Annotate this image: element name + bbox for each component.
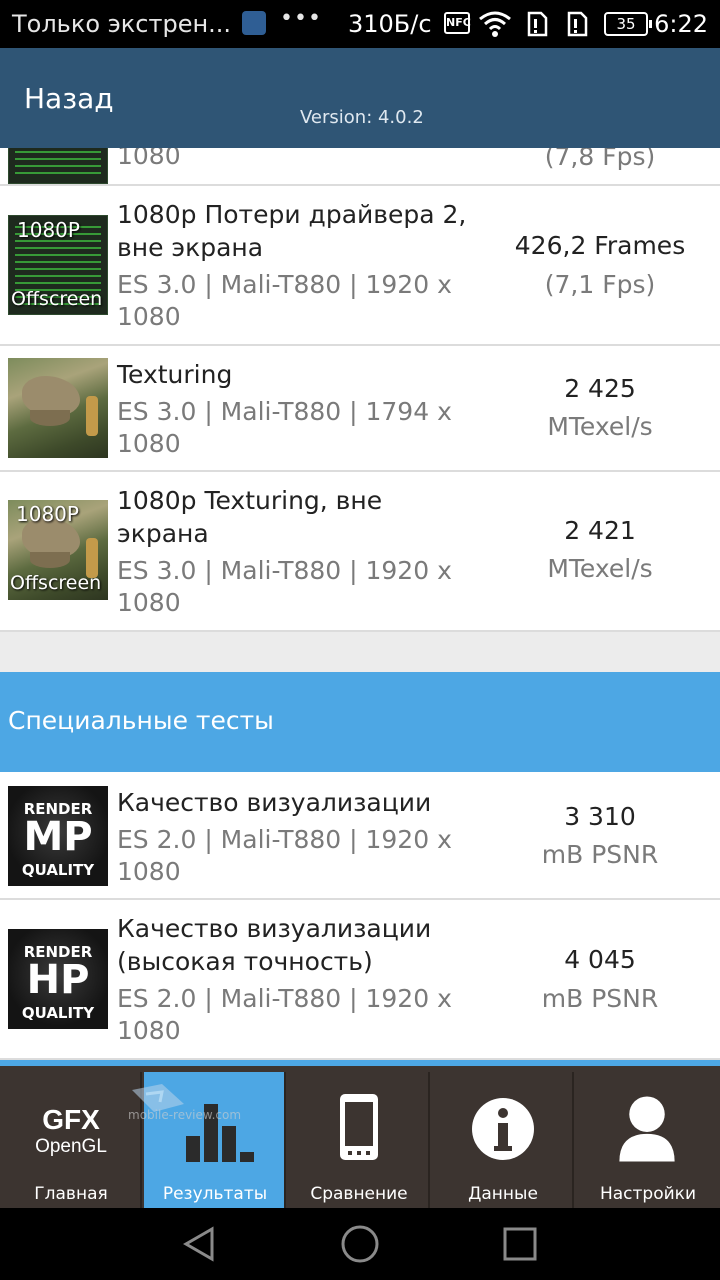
result-title: 1080p Потери драйвера 2, вне экрана bbox=[117, 200, 467, 262]
tab-label: Данные bbox=[468, 1184, 538, 1204]
version-label: Version: 4.0.2 bbox=[300, 107, 424, 128]
result-title: Качество визуализации (высокая точность) bbox=[117, 914, 432, 976]
clock: 6:22 bbox=[654, 10, 708, 38]
phone-icon bbox=[340, 1094, 378, 1160]
result-subtitle: ES 2.0 | Mali-T880 | 1920 x 1080 bbox=[117, 825, 452, 886]
watermark-text: mobile-review.com bbox=[128, 1108, 242, 1122]
info-icon bbox=[472, 1098, 534, 1160]
result-value: 4 045 bbox=[564, 945, 636, 974]
result-subtitle: ES 3.0 | Mali-T880 | 1920 x 1080 bbox=[117, 270, 452, 331]
result-value: 2 425 bbox=[564, 374, 636, 403]
notification-text: Только экстрен... bbox=[12, 10, 232, 38]
user-icon bbox=[619, 1096, 675, 1162]
more-notifications-icon: ••• bbox=[280, 6, 322, 31]
logo-text-gfx: GFX bbox=[42, 1104, 100, 1135]
result-unit: (7,1 Fps) bbox=[544, 270, 656, 299]
result-unit: mB PSNR bbox=[541, 984, 659, 1013]
tab-label: Настройки bbox=[599, 1184, 696, 1204]
network-speed: 310Б/с bbox=[348, 10, 432, 38]
system-nav-bar bbox=[0, 1208, 720, 1280]
benchmark-thumbnail: RENDER HP QUALITY bbox=[8, 929, 108, 1029]
result-title: Texturing bbox=[117, 360, 233, 389]
back-button[interactable]: Назад bbox=[24, 82, 114, 115]
app-header: Назад Version: 4.0.2 bbox=[0, 48, 720, 148]
gfx-opengl-logo-icon: GFX OpenGL bbox=[0, 1094, 142, 1164]
tab-label: Результаты bbox=[162, 1184, 268, 1204]
section-gap bbox=[0, 632, 720, 672]
section-title: Специальные тесты bbox=[8, 706, 274, 735]
app-notification-icon bbox=[242, 11, 266, 35]
recents-nav-icon[interactable] bbox=[502, 1226, 538, 1262]
result-unit: mB PSNR bbox=[541, 840, 659, 869]
wifi-icon bbox=[479, 11, 511, 37]
result-subtitle: 1080 bbox=[117, 148, 181, 170]
section-header-special-tests: Специальные тесты bbox=[0, 672, 720, 772]
tab-label: Сравнение bbox=[310, 1184, 408, 1204]
benchmark-thumbnail: 1080P Offscreen bbox=[8, 215, 108, 315]
result-row-partial[interactable]: 1080 (7,8 Fps) bbox=[0, 148, 720, 186]
nfc-icon: NFC bbox=[444, 12, 471, 34]
result-value: 426,2 Frames bbox=[514, 231, 686, 260]
logo-text-opengl: OpenGL bbox=[35, 1136, 107, 1157]
tab-compare[interactable]: Сравнение bbox=[288, 1072, 430, 1214]
thumb-offscreen-tag: Offscreen bbox=[10, 572, 102, 594]
result-row-render-quality[interactable]: RENDER MP QUALITY Качество визуализации … bbox=[0, 772, 720, 900]
result-subtitle: ES 3.0 | Mali-T880 | 1794 x 1080 bbox=[117, 397, 452, 458]
tab-home[interactable]: GFX OpenGL Главная bbox=[0, 1072, 142, 1214]
thumb-label-bottom: QUALITY bbox=[21, 1004, 95, 1022]
tab-settings[interactable]: Настройки bbox=[576, 1072, 720, 1214]
result-value: 3 310 bbox=[564, 802, 636, 831]
benchmark-thumbnail bbox=[8, 358, 108, 458]
results-list[interactable]: 1080 (7,8 Fps) 1080P Offscreen 1080p Пот… bbox=[0, 148, 720, 1060]
back-nav-icon[interactable] bbox=[180, 1226, 220, 1262]
result-unit: MTexel/s bbox=[547, 412, 653, 441]
benchmark-thumbnail bbox=[8, 148, 108, 184]
thumb-label-mid: MP bbox=[23, 814, 93, 860]
sim1-signal-icon bbox=[527, 11, 548, 37]
tab-label: Главная bbox=[34, 1184, 108, 1204]
home-nav-icon[interactable] bbox=[340, 1224, 380, 1264]
battery-icon: 35 bbox=[604, 12, 652, 36]
thumb-label-bottom: QUALITY bbox=[21, 861, 95, 879]
result-row-texturing[interactable]: Texturing ES 3.0 | Mali-T880 | 1794 x 10… bbox=[0, 346, 720, 472]
tab-info[interactable]: Данные bbox=[432, 1072, 574, 1214]
benchmark-thumbnail: 1080P Offscreen bbox=[8, 500, 108, 600]
result-subtitle: ES 3.0 | Mali-T880 | 1920 x 1080 bbox=[117, 556, 452, 617]
result-title: 1080p Texturing, вне экрана bbox=[117, 486, 383, 548]
benchmark-thumbnail: RENDER MP QUALITY bbox=[8, 786, 108, 886]
result-unit: MTexel/s bbox=[547, 554, 653, 583]
result-row-driver-overhead-offscreen[interactable]: 1080P Offscreen 1080p Потери драйвера 2,… bbox=[0, 186, 720, 346]
thumb-label-mid: HP bbox=[26, 957, 90, 1003]
result-unit: (7,8 Fps) bbox=[544, 148, 656, 171]
thumb-1080p-tag: 1080P bbox=[16, 502, 79, 526]
status-bar: Только экстрен... ••• 310Б/с NFC 35 6:22 bbox=[0, 0, 720, 48]
result-row-texturing-offscreen[interactable]: 1080P Offscreen 1080p Texturing, вне экр… bbox=[0, 472, 720, 632]
result-subtitle: ES 2.0 | Mali-T880 | 1920 x 1080 bbox=[117, 984, 452, 1045]
result-value: 2 421 bbox=[564, 516, 636, 545]
thumb-1080p-tag: 1080P bbox=[17, 218, 80, 242]
result-title: Качество визуализации bbox=[117, 788, 432, 817]
thumb-offscreen-tag: Offscreen bbox=[11, 288, 103, 310]
bottom-tab-bar: GFX OpenGL Главная Результаты Сравнение … bbox=[0, 1060, 720, 1214]
sim2-signal-icon bbox=[567, 11, 588, 37]
result-row-render-quality-high-precision[interactable]: RENDER HP QUALITY Качество визуализации … bbox=[0, 900, 720, 1060]
